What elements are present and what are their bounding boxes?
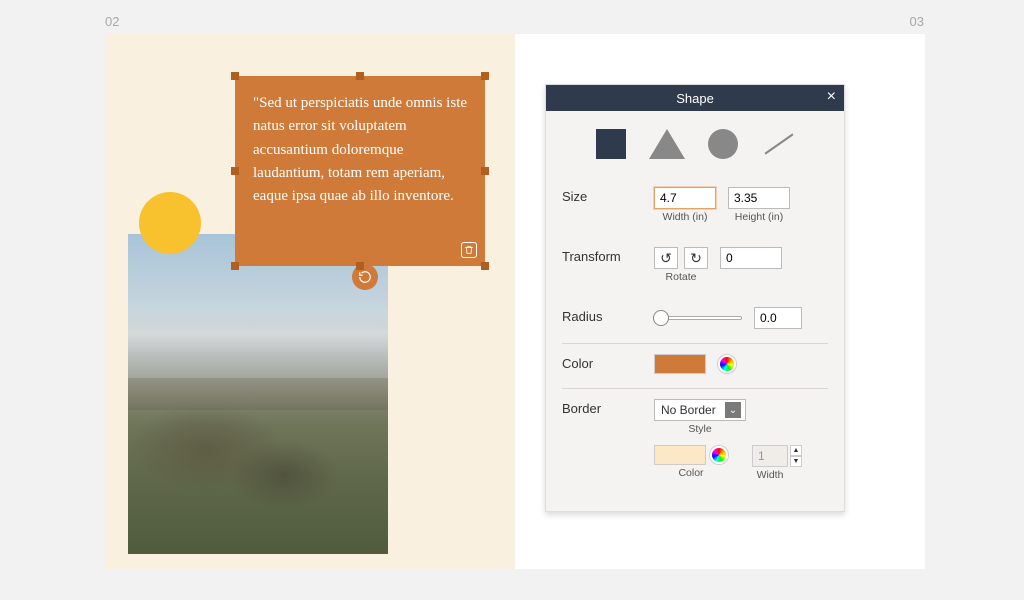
delete-icon[interactable]	[461, 242, 477, 258]
stepper-up-icon[interactable]: ▲	[790, 445, 802, 456]
resize-handle-mt[interactable]	[356, 72, 364, 80]
workspace: "Sed ut perspiciatis unde omnis iste nat…	[105, 34, 925, 569]
row-border: Border No Border ⌄ Style	[562, 388, 828, 495]
rotate-ccw-button[interactable]: ↺	[654, 247, 678, 269]
chevron-down-icon: ⌄	[725, 402, 741, 418]
inspector-title: Shape	[676, 91, 714, 106]
border-width-input[interactable]	[752, 445, 788, 467]
size-label: Size	[562, 187, 654, 204]
resize-handle-tr[interactable]	[481, 72, 489, 80]
border-style-select[interactable]: No Border ⌄	[654, 399, 746, 421]
page-number-right: 03	[910, 14, 924, 29]
resize-handle-tl[interactable]	[231, 72, 239, 80]
rotate-sublabel: Rotate	[654, 271, 708, 283]
decorative-circle[interactable]	[139, 192, 201, 254]
border-width-stepper[interactable]: ▲ ▼	[752, 445, 788, 467]
border-width-sublabel: Width	[752, 469, 788, 481]
rotation-angle-input[interactable]	[720, 247, 782, 269]
inspector-header: Shape ×	[546, 85, 844, 111]
resize-handle-ml[interactable]	[231, 167, 239, 175]
width-sublabel: Width (in)	[654, 211, 716, 223]
resize-handle-mr[interactable]	[481, 167, 489, 175]
shape-picker	[546, 111, 844, 173]
radius-label: Radius	[562, 307, 654, 324]
height-sublabel: Height (in)	[728, 211, 790, 223]
resize-handle-br[interactable]	[481, 262, 489, 270]
shape-triangle[interactable]	[650, 127, 684, 161]
fill-color-swatch[interactable]	[654, 354, 706, 374]
border-label: Border	[562, 399, 654, 435]
border-style-value: No Border	[661, 403, 716, 417]
selection-frame	[235, 76, 485, 266]
row-transform: Transform ↺ ↻ Rotate	[562, 237, 828, 297]
radius-input[interactable]	[754, 307, 802, 329]
color-label: Color	[562, 354, 654, 371]
height-input[interactable]	[728, 187, 790, 209]
transform-label: Transform	[562, 247, 654, 264]
border-color-picker-icon[interactable]	[710, 446, 728, 464]
row-color: Color	[562, 343, 828, 388]
canvas-page[interactable]: "Sed ut perspiciatis unde omnis iste nat…	[105, 34, 515, 569]
border-color-sublabel: Color	[654, 467, 728, 479]
stepper-down-icon[interactable]: ▼	[790, 456, 802, 467]
quote-text-box[interactable]: "Sed ut perspiciatis unde omnis iste nat…	[235, 76, 485, 266]
panel-page: Shape × Size Width (in)	[515, 34, 925, 569]
shape-line[interactable]	[762, 127, 796, 161]
border-color-swatch[interactable]	[654, 445, 706, 465]
resize-handle-mb[interactable]	[356, 262, 364, 270]
photo-placeholder[interactable]	[128, 234, 388, 554]
row-size: Size Width (in) Height (in)	[562, 177, 828, 237]
width-input[interactable]	[654, 187, 716, 209]
shape-circle[interactable]	[706, 127, 740, 161]
resize-handle-bl[interactable]	[231, 262, 239, 270]
border-style-sublabel: Style	[654, 423, 746, 435]
radius-slider-thumb[interactable]	[653, 310, 669, 326]
row-radius: Radius	[562, 297, 828, 343]
shape-square[interactable]	[594, 127, 628, 161]
shape-inspector: Shape × Size Width (in)	[545, 84, 845, 512]
page-number-left: 02	[105, 14, 119, 29]
color-picker-icon[interactable]	[718, 355, 736, 373]
rotate-cw-button[interactable]: ↻	[684, 247, 708, 269]
close-icon[interactable]: ×	[827, 89, 836, 105]
radius-slider[interactable]	[654, 316, 742, 320]
